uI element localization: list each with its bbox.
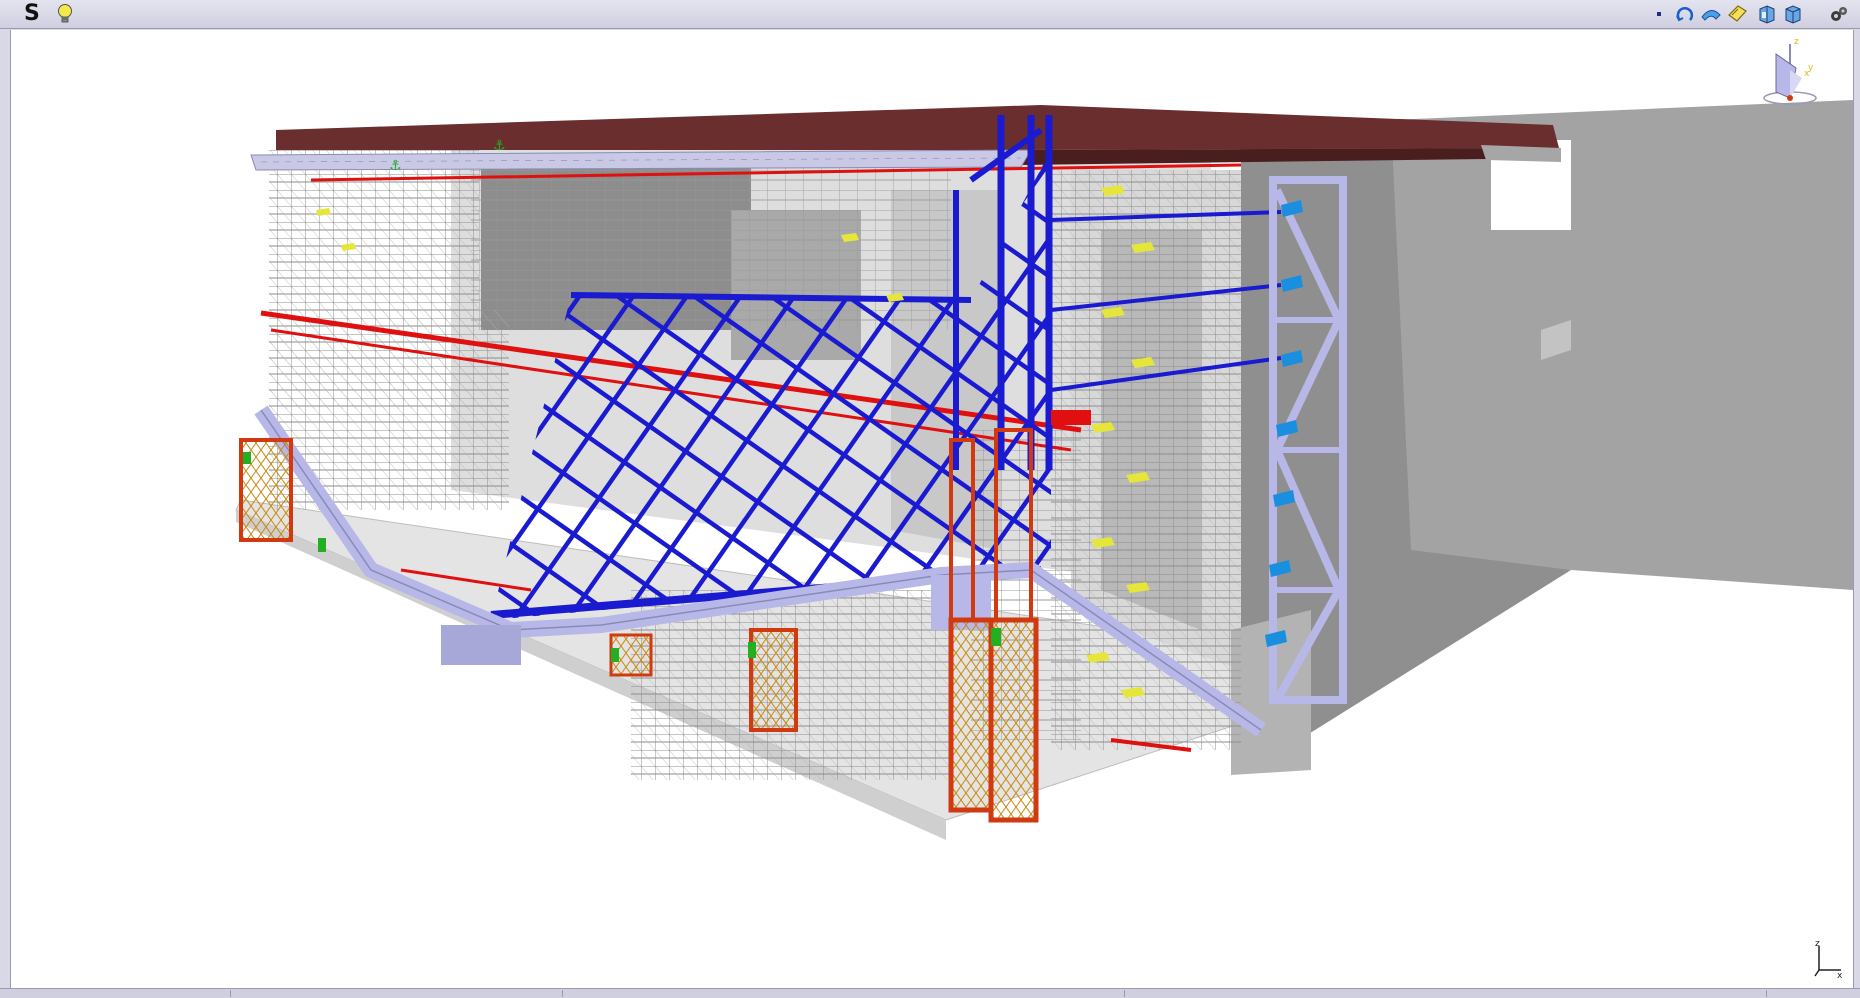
compass-icon[interactable]: z x y — [1746, 34, 1826, 124]
concrete-tower-right — [1231, 100, 1853, 775]
compass-y-label: y — [1808, 63, 1814, 73]
axis-triad-icon: z x — [1814, 940, 1843, 981]
svg-text:⚓: ⚓ — [493, 138, 506, 154]
status-segment — [564, 990, 1125, 997]
dot-icon[interactable] — [1648, 3, 1670, 25]
triad-x-label: x — [1837, 971, 1843, 981]
catia-window: S ⚓ ⚓ z x y z x — [0, 0, 1860, 998]
pan-icon[interactable] — [1726, 3, 1748, 25]
status-bar — [0, 988, 1860, 998]
structural-model[interactable]: ⚓ ⚓ — [11, 30, 1853, 988]
status-segment — [232, 990, 563, 997]
view-iso-icon[interactable] — [1782, 3, 1804, 25]
app-logo[interactable]: S — [24, 1, 40, 26]
view-front-icon[interactable] — [1756, 3, 1778, 25]
3d-viewport[interactable]: ⚓ ⚓ z x y z x — [10, 30, 1854, 988]
lightbulb-icon[interactable] — [56, 3, 74, 25]
fly-icon[interactable] — [1700, 3, 1722, 25]
svg-text:⚓: ⚓ — [389, 158, 402, 174]
top-toolbar: S — [0, 0, 1860, 29]
roof-slab — [250, 105, 1561, 171]
status-segment — [0, 990, 231, 997]
triad-z-label: z — [1815, 940, 1820, 949]
rotate-icon[interactable] — [1674, 3, 1696, 25]
compass-z-label: z — [1794, 37, 1799, 47]
settings-icon[interactable] — [1828, 3, 1850, 25]
status-segment — [1126, 990, 1767, 997]
